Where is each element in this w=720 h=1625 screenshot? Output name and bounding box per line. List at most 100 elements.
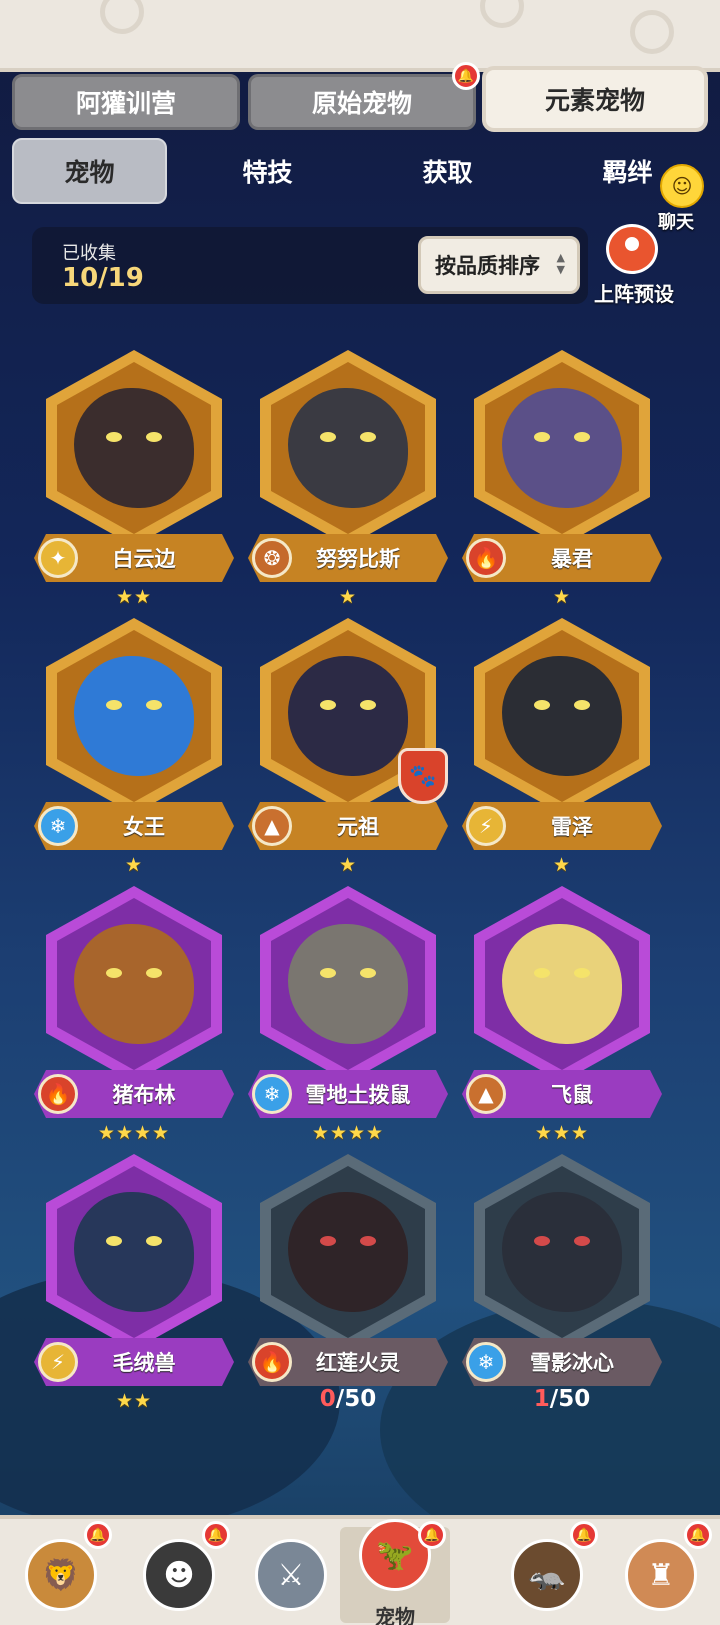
pet-portrait [74,924,194,1044]
totem-avatar-icon: ♜ [625,1539,697,1611]
pet-portrait [74,656,194,776]
flame-icon: 🔥 [252,1342,292,1382]
pet-eye [534,432,550,442]
preset-label: 上阵预设 [594,282,674,306]
pet-portrait [74,1192,194,1312]
pet-frame [474,350,650,546]
pet-card[interactable]: 暴君 🔥 ★ [462,330,662,608]
pet-name: 猪布林 [112,1083,176,1107]
pet-eye [320,1236,336,1246]
pet-portrait [502,1192,622,1312]
pet-card[interactable]: 雪地土拨鼠 ❄ ★★★★ [248,866,448,1144]
pet-frame [260,350,436,546]
pet-portrait [502,656,622,776]
star-icon: ★ [115,1390,134,1412]
pet-card[interactable]: 努努比斯 ❂ ★ [248,330,448,608]
bottom-nav: 🦁 🔔 ☻ 🔔 ⚔ 🦖 宠物 🔔 🦡 🔔 ♜ 🔔 [0,1515,720,1625]
notification-bell-icon: 🔔 [570,1521,598,1549]
pet-eye [106,432,122,442]
pet-frame [46,618,222,814]
sparkle-icon: ✦ [38,538,78,578]
pet-eye [574,700,590,710]
pet-card[interactable]: 白云边 ✦ ★★ [34,330,234,608]
pet-eye [360,432,376,442]
pet-card[interactable]: 猪布林 🔥 ★★★★ [34,866,234,1144]
mountain-icon: ▲ [252,806,292,846]
badger-avatar-icon: 🦡 [511,1539,583,1611]
notification-bell-icon: 🔔 [202,1521,230,1549]
nav-badger[interactable]: 🦡 🔔 [492,1521,602,1623]
pet-eye [106,1236,122,1246]
chat-label: 聊天 [658,212,694,233]
pet-card[interactable]: 红莲火灵 🔥 0/50 [248,1134,448,1412]
lineup-preset-button[interactable]: 上阵预设 [594,222,694,306]
pet-dino-icon [606,224,658,274]
nav-totem[interactable]: ♜ 🔔 [606,1521,716,1623]
chat-button[interactable]: ☺ 聊天 [636,164,716,233]
snowflake-icon: ❄ [252,1074,292,1114]
pet-eye [574,968,590,978]
fragment-progress: 1/50 [462,1386,662,1412]
pet-portrait [288,924,408,1044]
pet-frame-inner [57,898,211,1070]
pet-card[interactable]: 🐾 元祖 ▲ ★ [248,598,448,876]
pet-card[interactable]: 雪影冰心 ❄ 1/50 [462,1134,662,1412]
pet-eye [320,968,336,978]
pet-eye [320,432,336,442]
pet-card[interactable]: 雷泽 ⚡ ★ [462,598,662,876]
notification-bell-icon: 🔔 [84,1521,112,1549]
pet-frame [46,1154,222,1350]
lightning-icon: ⚡ [38,1342,78,1382]
paw-ring-icon: ❂ [252,538,292,578]
fragments-owned: 0 [319,1386,336,1412]
nav-pets[interactable]: 🦖 宠物 🔔 [340,1519,450,1625]
pet-eye [574,432,590,442]
pet-eye [320,700,336,710]
star-icon: ★ [134,1390,153,1412]
sword-shield-icon: ⚔ [255,1539,327,1611]
pet-eye [360,700,376,710]
pet-eye [146,968,162,978]
flame-icon: 🔥 [466,538,506,578]
pet-frame [260,886,436,1082]
pet-eye [574,1236,590,1246]
pet-name: 雷泽 [551,815,593,839]
pet-name: 努努比斯 [316,547,400,571]
pet-portrait [288,1192,408,1312]
snowflake-icon: ❄ [466,1342,506,1382]
snowflake-icon: ❄ [38,806,78,846]
pet-name: 雪地土拨鼠 [305,1083,411,1107]
pet-card[interactable]: 飞鼠 ▲ ★★★ [462,866,662,1144]
pet-eye [534,1236,550,1246]
notification-bell-icon: 🔔 [684,1521,712,1549]
pet-frame-inner [57,1166,211,1338]
pet-eye [106,700,122,710]
pet-portrait [502,388,622,508]
nav-equipment[interactable]: ⚔ [236,1527,346,1623]
pet-frame-inner [485,630,639,802]
pet-name: 飞鼠 [551,1083,593,1107]
pet-frame-inner [271,1166,425,1338]
pet-eye [146,700,162,710]
pet-frame-inner [485,898,639,1070]
fragments-required: /50 [335,1386,377,1412]
pet-name: 女王 [123,815,165,839]
pet-eye [146,432,162,442]
pet-portrait [288,388,408,508]
lion-warrior-avatar-icon: 🦁 [25,1539,97,1611]
pet-frame-inner [485,362,639,534]
pet-name: 红莲火灵 [316,1351,400,1375]
pet-frame-inner [271,898,425,1070]
pet-portrait [288,656,408,776]
pet-card[interactable]: 女王 ❄ ★ [34,598,234,876]
pet-frame [474,886,650,1082]
pet-card[interactable]: 毛绒兽 ⚡ ★★ [34,1134,234,1412]
pet-frame-inner [57,362,211,534]
paw-shield-icon: 🐾 [398,748,448,804]
pet-eye [534,700,550,710]
pet-portrait [74,388,194,508]
fragments-owned: 1 [533,1386,550,1412]
nav-lion-warrior[interactable]: 🦁 🔔 [6,1521,116,1623]
pet-frame [474,1154,650,1350]
nav-hero[interactable]: ☻ 🔔 [124,1521,234,1623]
